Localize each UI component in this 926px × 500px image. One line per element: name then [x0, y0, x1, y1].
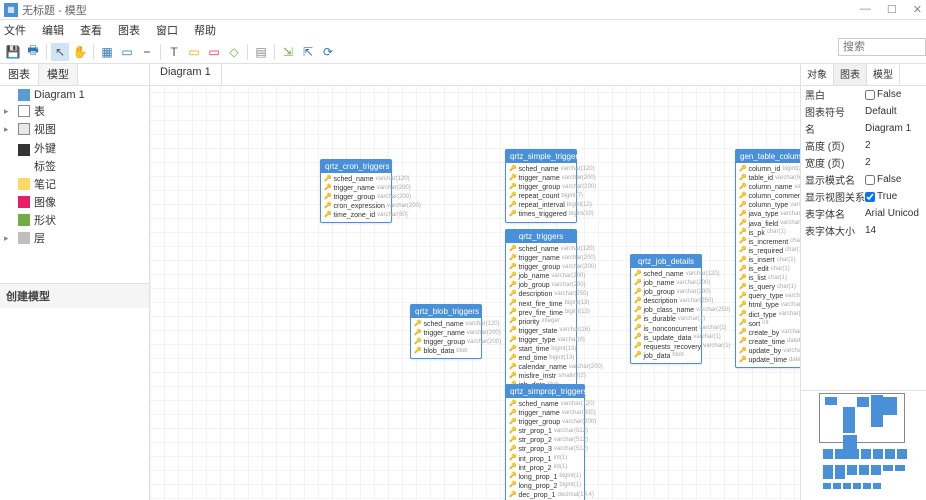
menu-diagram[interactable]: 图表 [118, 22, 140, 38]
minimap-box [825, 397, 837, 405]
tree-item-1[interactable]: ▸表 [0, 102, 149, 120]
prop-8[interactable]: 表字体大小14 [801, 222, 926, 239]
tree-item-4[interactable]: 标签 [0, 157, 149, 175]
note-icon[interactable]: ▭ [185, 43, 203, 61]
prop-1[interactable]: 图表符号Default [801, 103, 926, 120]
search-input[interactable] [838, 38, 926, 56]
tree-item-8[interactable]: ▸层 [0, 229, 149, 247]
minimap-box [897, 449, 907, 459]
canvas[interactable]: Diagram 1 qrtz_cron_triggers🔑sched_name … [150, 64, 800, 500]
layer-icon[interactable]: ▤ [252, 43, 270, 61]
entity-qrtz_blob_triggers[interactable]: qrtz_blob_triggers🔑sched_name varchar(12… [410, 304, 482, 359]
righttab-diagram[interactable]: 图表 [834, 64, 867, 85]
minimap-box [871, 395, 883, 427]
autolayout-icon[interactable]: ⇲ [279, 43, 297, 61]
prop-4[interactable]: 宽度 (页)2 [801, 154, 926, 171]
minimap-box [835, 449, 845, 459]
view-icon[interactable]: ▭ [118, 43, 136, 61]
prop-5[interactable]: 显示模式名False [801, 171, 926, 188]
righttab-model[interactable]: 模型 [867, 64, 900, 85]
prop-2[interactable]: 名Diagram 1 [801, 120, 926, 137]
tree-item-2[interactable]: ▸视图 [0, 120, 149, 138]
minimize-button[interactable]: — [860, 3, 871, 16]
prop-6[interactable]: 显示视图关系True [801, 188, 926, 205]
create-model-label: 创建模型 [0, 283, 149, 308]
left-panel: 图表 模型 Diagram 1▸表▸视图外键标签笔记图像形状▸层 创建模型 [0, 64, 150, 500]
tree-item-7[interactable]: 形状 [0, 211, 149, 229]
menu-window[interactable]: 窗口 [156, 22, 178, 38]
menu-edit[interactable]: 编辑 [42, 22, 64, 38]
minimap-box [873, 483, 881, 489]
minimap-box [883, 397, 897, 415]
entity-qrtz_cron_triggers[interactable]: qrtz_cron_triggers🔑sched_name varchar(12… [320, 159, 392, 223]
canvas-tab[interactable]: Diagram 1 [150, 64, 222, 85]
minimap-box [873, 449, 883, 459]
minimap-box [843, 483, 851, 489]
menu-file[interactable]: 文件 [4, 22, 26, 38]
minimap-box [861, 449, 871, 459]
minimap-box [823, 465, 833, 479]
hand-icon[interactable]: ✋ [71, 43, 89, 61]
export-icon[interactable]: ⇱ [299, 43, 317, 61]
shape-icon[interactable]: ◇ [225, 43, 243, 61]
prop-0[interactable]: 黑白False [801, 86, 926, 103]
minimap-box [863, 483, 871, 489]
menu-help[interactable]: 帮助 [194, 22, 216, 38]
save-icon[interactable]: 💾 [4, 43, 22, 61]
window-title: 无标题 - 模型 [22, 2, 860, 18]
prop-3[interactable]: 高度 (页)2 [801, 137, 926, 154]
prop-7[interactable]: 表字体名Arial Unicod [801, 205, 926, 222]
entity-qrtz_simple_triggers[interactable]: qrtz_simple_triggers🔑sched_name varchar(… [505, 149, 577, 223]
minimap-box [835, 465, 845, 479]
print-icon[interactable]: 🖶 [24, 43, 42, 61]
maximize-button[interactable]: ☐ [887, 3, 897, 16]
minimap-box [883, 465, 893, 471]
minimap-box [859, 465, 869, 475]
lefttab-diagram[interactable]: 图表 [0, 64, 39, 85]
entity-qrtz_job_details[interactable]: qrtz_job_details🔑sched_name varchar(120)… [630, 254, 702, 364]
close-button[interactable]: ✕ [913, 3, 922, 16]
menu-view[interactable]: 查看 [80, 22, 102, 38]
lefttab-model[interactable]: 模型 [39, 64, 78, 85]
properties: 黑白False图表符号Default名Diagram 1高度 (页)2宽度 (页… [801, 86, 926, 390]
entity-gen_table_column[interactable]: gen_table_column🔑column_id bigint(20)🔑ta… [735, 149, 800, 368]
tree-item-0[interactable]: Diagram 1 [0, 88, 149, 102]
minimap-box [853, 483, 861, 489]
minimap-box [871, 465, 881, 475]
search-container [838, 38, 926, 56]
minimap-box [847, 465, 857, 475]
minimap-box [843, 407, 855, 433]
minimap-box [857, 397, 869, 407]
menubar: 文件 编辑 查看 图表 窗口 帮助 [0, 20, 926, 40]
right-panel: 对象 图表 模型 黑白False图表符号Default名Diagram 1高度 … [800, 64, 926, 500]
minimap-box [823, 449, 833, 459]
text-icon[interactable]: T [165, 43, 183, 61]
minimap-box [849, 449, 859, 459]
tree: Diagram 1▸表▸视图外键标签笔记图像形状▸层 [0, 86, 149, 283]
tree-item-3[interactable]: 外键 [0, 138, 149, 157]
minimap-box [833, 483, 841, 489]
toolbar: 💾 🖶 ↖ ✋ ▦ ▭ ⎯ T ▭ ▭ ◇ ▤ ⇲ ⇱ ⟳ [0, 40, 926, 64]
titlebar: ▦ 无标题 - 模型 — ☐ ✕ [0, 0, 926, 20]
image-icon[interactable]: ▭ [205, 43, 223, 61]
relation-icon[interactable]: ⎯ [138, 43, 156, 61]
righttab-object[interactable]: 对象 [801, 64, 834, 85]
minimap-box [895, 465, 905, 471]
minimap-box [885, 449, 895, 459]
refresh-icon[interactable]: ⟳ [319, 43, 337, 61]
tree-item-6[interactable]: 图像 [0, 193, 149, 211]
entity-qrtz_triggers[interactable]: qrtz_triggers🔑sched_name varchar(120)🔑tr… [505, 229, 577, 394]
pointer-icon[interactable]: ↖ [51, 43, 69, 61]
minimap[interactable] [801, 390, 926, 500]
table-icon[interactable]: ▦ [98, 43, 116, 61]
minimap-box [823, 483, 831, 489]
tree-item-5[interactable]: 笔记 [0, 175, 149, 193]
app-icon: ▦ [4, 3, 18, 17]
entity-qrtz_simprop_triggers[interactable]: qrtz_simprop_triggers🔑sched_name varchar… [505, 384, 585, 500]
